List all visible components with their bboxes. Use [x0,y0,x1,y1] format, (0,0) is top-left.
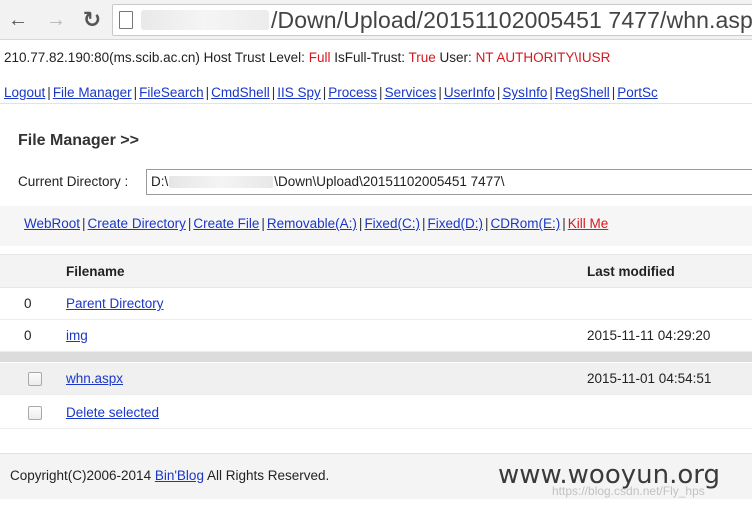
nav-iis-spy[interactable]: IIS Spy [277,85,321,100]
nav-logout[interactable]: Logout [4,85,45,100]
back-arrow-icon[interactable]: ← [6,8,30,32]
select-checkbox[interactable] [28,372,42,386]
link-drive-e[interactable]: CDRom(E:) [491,216,561,231]
trust-level-value: Full [308,50,331,65]
page-title: File Manager >> [18,132,139,149]
bin-blog-link[interactable]: Bin'Blog [155,468,204,483]
separator: | [484,216,489,231]
full-trust-value: True [408,50,436,65]
nav-sys-info[interactable]: SysInfo [502,85,547,100]
page-icon [119,11,133,29]
header-filename: Filename [66,264,125,279]
copyright-text: Copyright(C)2006-2014 Bin'Blog All Right… [10,468,329,483]
rights-text: All Rights Reserved. [206,468,330,483]
nav-port-scan[interactable]: PortSc [617,85,658,100]
nav-file-manager[interactable]: File Manager [53,85,132,100]
separator: | [549,85,553,100]
kill-me-link[interactable]: Kill Me [568,216,609,231]
drive-links-bar: WebRoot | Create Directory | Create File | Rem… [0,206,752,246]
row-number: 0 [24,296,32,311]
browser-toolbar: ← → ↻ /Down/Upload/20151102005451 7477/w… [0,0,752,40]
link-create-file[interactable]: Create File [193,216,259,231]
nav-reg-shell[interactable]: RegShell [555,85,610,100]
table-row: 0 img 2015-11-11 04:29:20 [0,320,752,352]
header-last-modified: Last modified [587,264,675,279]
link-drive-a[interactable]: Removable(A:) [267,216,357,231]
main-nav: Logout | File Manager | FileSearch | CmdShell |… [0,82,752,104]
separator: | [261,216,265,231]
footer: Copyright(C)2006-2014 Bin'Blog All Right… [0,453,752,499]
forward-arrow-icon[interactable]: → [44,8,68,32]
select-all-checkbox[interactable] [28,406,42,420]
table-row: whn.aspx 2015-11-01 04:54:51 [0,363,752,395]
current-directory-label: Current Directory : [18,174,129,189]
delete-selected-link[interactable]: Delete selected [66,405,159,420]
nav-process[interactable]: Process [328,85,377,100]
row-number: 0 [24,328,32,343]
full-trust-label: IsFull-Trust: [334,50,405,65]
current-directory-suffix: \Down\Upload\20151102005451 7477\ [274,174,505,189]
separator: | [133,85,138,100]
link-webroot[interactable]: WebRoot [24,216,80,231]
separator: | [47,85,51,100]
file-table-header: Filename Last modified [0,254,752,288]
nav-user-info[interactable]: UserInfo [444,85,495,100]
separator: | [562,216,566,231]
link-create-directory[interactable]: Create Directory [88,216,186,231]
table-row: 0 Parent Directory [0,288,752,320]
trust-level-label: Host Trust Level: [203,50,305,65]
current-directory-prefix: D:\ [151,174,169,189]
current-directory-input[interactable]: D:\ \Down\Upload\20151102005451 7477\ [146,169,752,195]
folder-link-img[interactable]: img [66,328,88,343]
nav-file-search[interactable]: FileSearch [139,85,204,100]
table-divider [0,352,752,362]
delete-row: Delete selected [0,397,752,429]
file-link-whn-aspx[interactable]: whn.aspx [66,371,123,386]
separator: | [379,85,383,100]
redacted-path-segment [169,176,274,189]
nav-services[interactable]: Services [385,85,437,100]
watermark-csdn: https://blog.csdn.net/Fly_hps [552,484,705,498]
host-address: 210.77.82.190:80(ms.scib.ac.cn) [4,50,200,65]
host-info-bar: 210.77.82.190:80(ms.scib.ac.cn) Host Tru… [0,47,752,69]
row-modified-date: 2015-11-11 04:29:20 [587,328,711,343]
separator: | [82,216,86,231]
separator: | [438,85,442,100]
url-redacted-host [141,10,269,30]
url-text: /Down/Upload/20151102005451 7477/whn.asp… [271,7,752,33]
row-modified-date: 2015-11-01 04:54:51 [587,371,712,386]
reload-icon[interactable]: ↻ [80,7,104,32]
link-drive-d[interactable]: Fixed(D:) [427,216,483,231]
link-drive-c[interactable]: Fixed(C:) [364,216,420,231]
address-bar[interactable]: /Down/Upload/20151102005451 7477/whn.asp… [112,4,752,36]
parent-directory-link[interactable]: Parent Directory [66,296,164,311]
copyright-prefix: Copyright(C)2006-2014 [10,468,152,483]
user-label: User: [439,50,472,65]
nav-cmd-shell[interactable]: CmdShell [211,85,270,100]
user-value: NT AUTHORITY\IUSR [475,50,611,65]
